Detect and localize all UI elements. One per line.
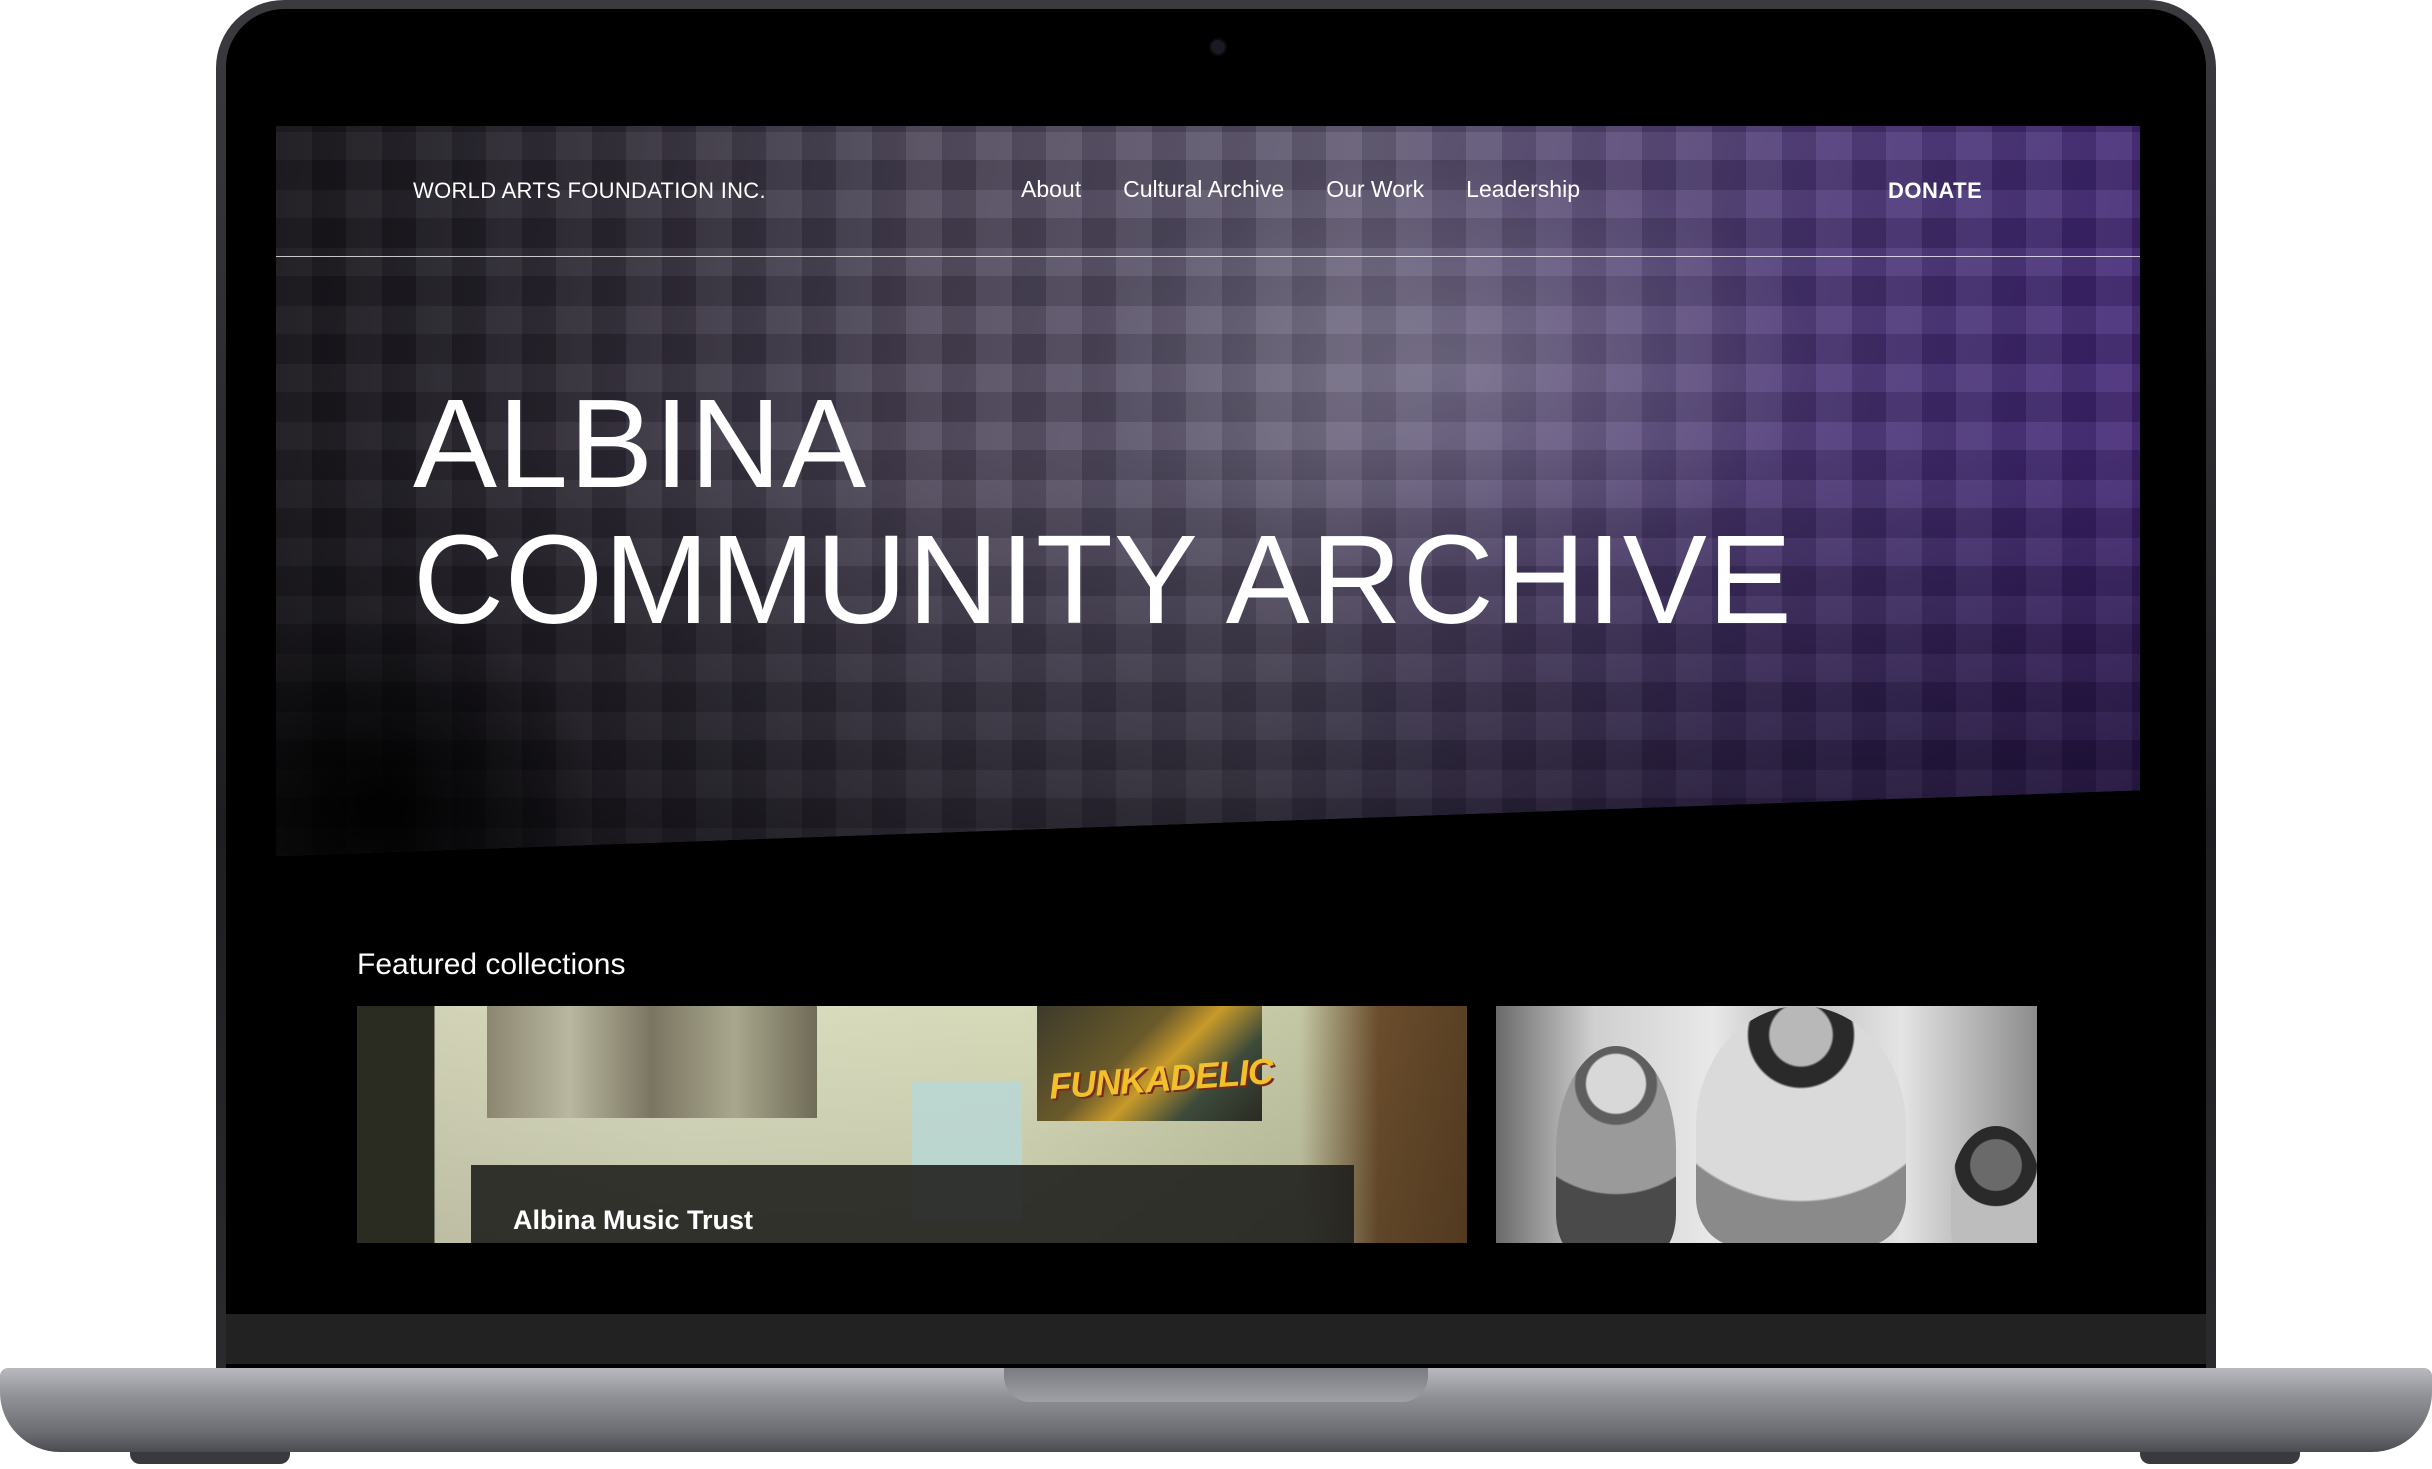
card-photo-poster	[487, 1006, 817, 1118]
site-header: WORLD ARTS FOUNDATION INC. About Cultura…	[276, 126, 2140, 257]
hero-title: ALBINA COMMUNITY ARCHIVE	[413, 376, 1793, 648]
browser-viewport: WORLD ARTS FOUNDATION INC. About Cultura…	[276, 126, 2140, 1316]
main-nav: About Cultural Archive Our Work Leadersh…	[1021, 176, 1580, 203]
hero-title-line-1: ALBINA	[413, 373, 868, 514]
featured-collections-heading: Featured collections	[357, 948, 626, 981]
collection-card-albina-music-trust[interactable]: FUNKADELIC Albina Music Trust	[357, 1006, 1467, 1243]
card-photo-child	[1951, 1126, 2037, 1243]
card-photo-boy	[1556, 1046, 1676, 1243]
nav-link-cultural-archive[interactable]: Cultural Archive	[1123, 176, 1284, 203]
site-logo[interactable]: WORLD ARTS FOUNDATION INC.	[413, 178, 766, 204]
card-caption: Albina Music Trust	[471, 1165, 1354, 1243]
donate-button[interactable]: DONATE	[1888, 178, 1982, 204]
screen-bottom-strip	[226, 1314, 2206, 1364]
nav-link-our-work[interactable]: Our Work	[1326, 176, 1424, 203]
laptop-foot-left	[130, 1452, 290, 1464]
card-photo-girl	[1696, 1006, 1906, 1243]
nav-link-leadership[interactable]: Leadership	[1466, 176, 1580, 203]
nav-link-about[interactable]: About	[1021, 176, 1081, 203]
card-title[interactable]: Albina Music Trust	[513, 1205, 753, 1236]
laptop-foot-right	[2140, 1452, 2300, 1464]
camera-icon	[1211, 40, 1225, 54]
laptop-hinge-notch	[1004, 1368, 1428, 1402]
collection-card-photo-children[interactable]	[1496, 1006, 2037, 1243]
hero-title-line-2: COMMUNITY ARCHIVE	[413, 509, 1793, 650]
card-photo-funkadelic-poster: FUNKADELIC	[1037, 1006, 1274, 1121]
funkadelic-poster-text: FUNKADELIC	[1047, 1050, 1275, 1107]
